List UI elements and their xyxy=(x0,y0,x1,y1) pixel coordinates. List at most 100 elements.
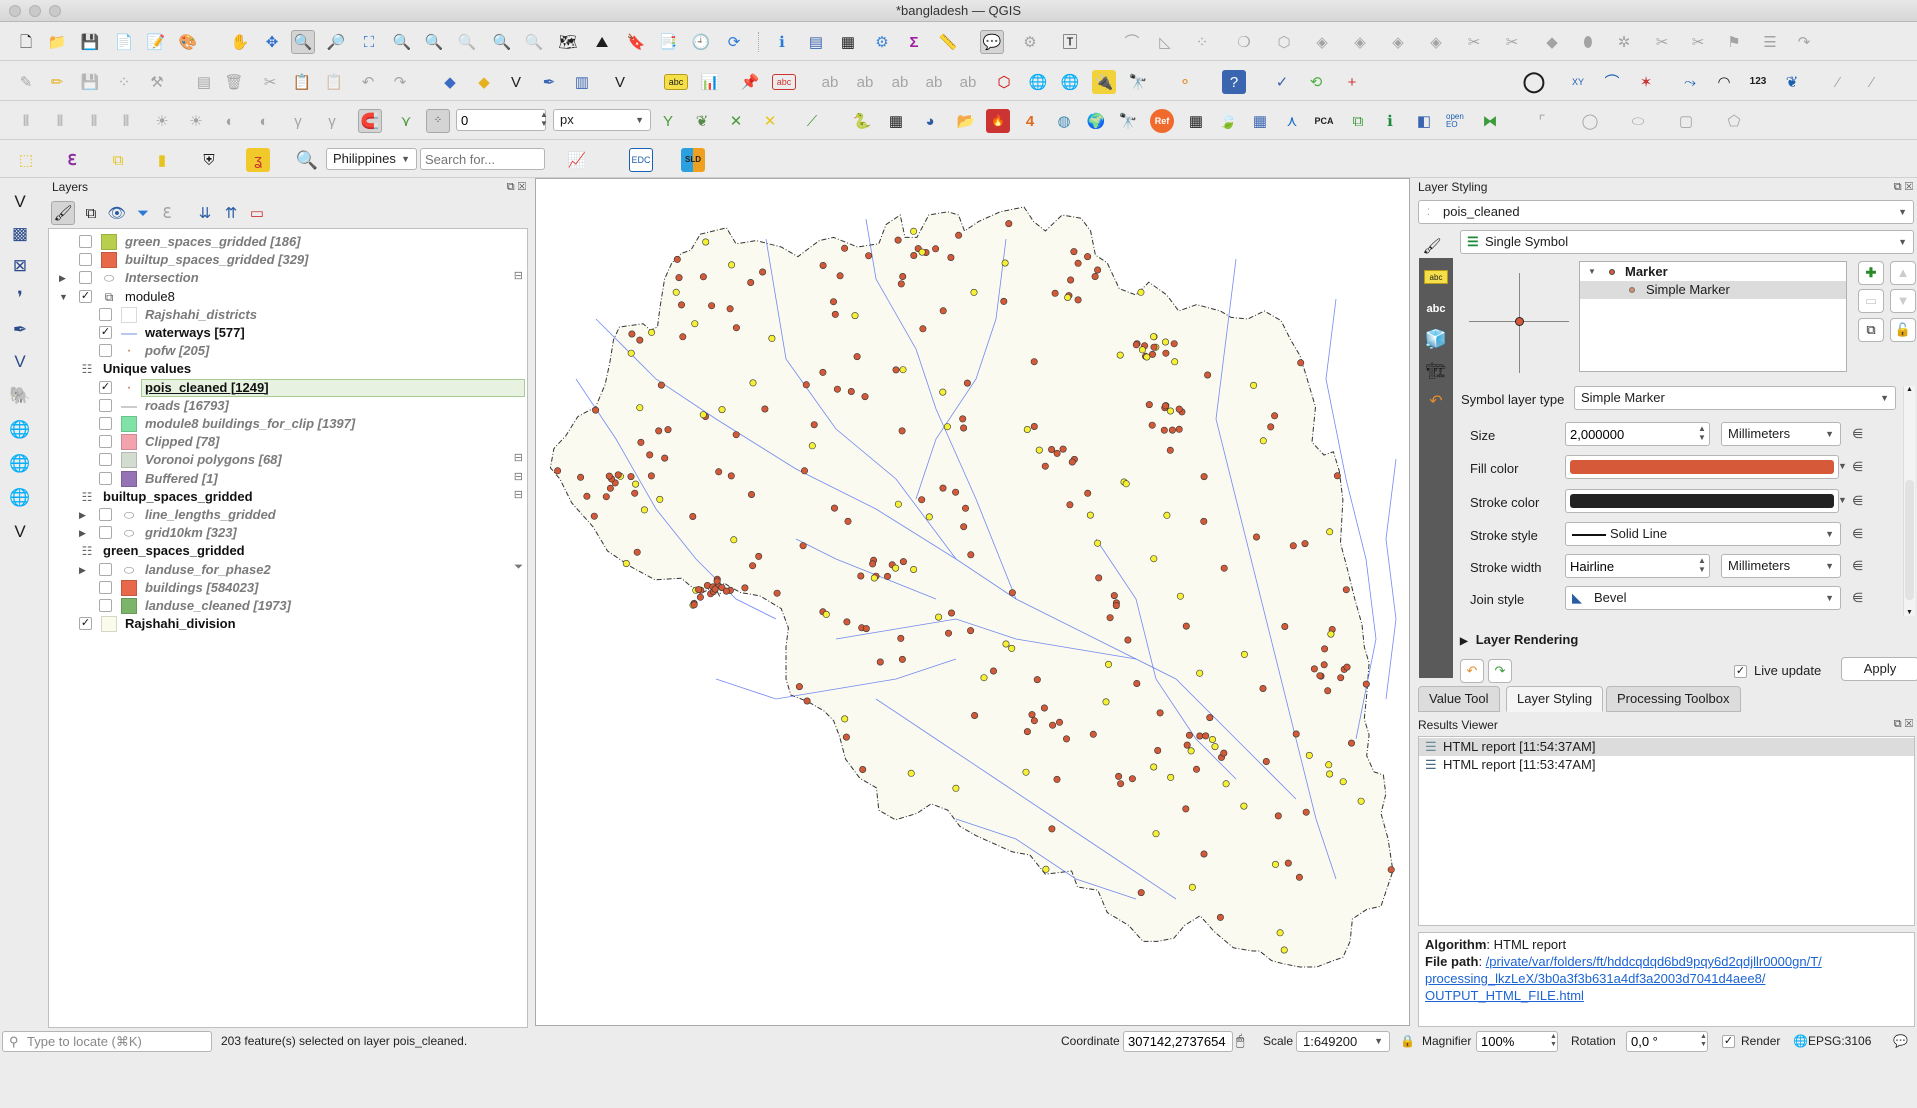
new-3d-map-icon[interactable]: ⛰ xyxy=(590,30,614,54)
delete-ring-icon[interactable]: ⬡ xyxy=(1272,30,1296,54)
edc-icon[interactable]: EDC xyxy=(629,148,653,172)
layer-tree-item[interactable]: ☷ builtup_spaces_gridded xyxy=(49,488,527,506)
bright-down-icon[interactable]: ☀ xyxy=(184,109,208,133)
layers-plugin-icon[interactable]: 🍃 xyxy=(1216,109,1240,133)
snapping-tolerance-stepper[interactable]: ▲ ▼ xyxy=(540,110,548,128)
tab-value-tool[interactable]: Value Tool xyxy=(1418,686,1500,712)
ellipse-icon[interactable]: ⬭ xyxy=(1626,109,1650,133)
size-input[interactable] xyxy=(1565,422,1710,446)
show-hide-labels-icon[interactable]: abc xyxy=(772,74,796,90)
deselect-icon[interactable]: ⧉ xyxy=(106,148,130,172)
fill-color-button[interactable] xyxy=(1565,455,1839,479)
locator-input[interactable]: ⚲ Type to locate (⌘K) xyxy=(2,1031,212,1052)
merge-features-icon[interactable]: ◆ xyxy=(1540,30,1564,54)
gamma-up-icon[interactable]: γ xyxy=(286,109,310,133)
modify-attributes-icon[interactable]: ▤ xyxy=(192,70,216,94)
help-icon[interactable]: ? xyxy=(1222,70,1246,94)
circle-tool-icon[interactable]: ◯ xyxy=(1522,70,1546,94)
join-style-select[interactable]: ◣ Bevel ▼ xyxy=(1565,586,1841,610)
delete-selected-icon[interactable]: 🗑 xyxy=(222,70,246,94)
new-temporary-layer-icon[interactable]: ✒ xyxy=(537,70,561,94)
map-tips-icon[interactable]: 💬 xyxy=(980,30,1004,54)
add-mesh-layer-icon[interactable]: ⊠ xyxy=(6,252,34,280)
size-stepper[interactable]: ▲ ▼ xyxy=(1698,424,1706,442)
pin-labels-icon[interactable]: 📌 xyxy=(738,70,762,94)
file-path-link-3[interactable]: OUTPUT_HTML_FILE.html xyxy=(1425,987,1908,1004)
simplify-icon[interactable]: ✂ xyxy=(1650,30,1674,54)
symbol-tree-marker[interactable]: ▼ Marker xyxy=(1580,263,1846,281)
layer-tree-item[interactable]: Buffered [1] xyxy=(49,470,527,488)
vertex-tool-2-icon[interactable]: ⚒ xyxy=(145,70,169,94)
rotate-label-icon[interactable]: ab xyxy=(853,70,877,94)
add-spatialite-icon[interactable]: ✒ xyxy=(6,316,34,344)
layer-visibility-checkbox[interactable] xyxy=(79,253,92,267)
messages-icon[interactable]: 💬 xyxy=(1893,1034,1908,1048)
new-virtual-layer-icon[interactable]: ▥ xyxy=(570,70,594,94)
layer-visibility-checkbox[interactable] xyxy=(99,417,112,430)
move-down-button[interactable]: ▼ xyxy=(1890,289,1916,313)
fill-color-dropdown[interactable]: ▼ xyxy=(1838,461,1847,471)
layer-tree-item[interactable]: ✓ waterways [577] xyxy=(49,324,527,342)
polygon-tool-icon[interactable]: ⬡ xyxy=(992,70,1016,94)
layer-visibility-checkbox[interactable] xyxy=(99,580,112,594)
layer-select[interactable]: ⁚ pois_cleaned ▼ xyxy=(1418,200,1914,224)
numbering-icon[interactable]: 123 xyxy=(1746,70,1770,94)
data-defined-override-icon[interactable]: ⋹ xyxy=(1852,493,1863,509)
sld-icon[interactable]: SLD xyxy=(681,148,705,172)
grid-tool-icon[interactable]: ▦ xyxy=(1248,109,1272,133)
diagram-icon[interactable]: 📊 xyxy=(698,70,722,94)
zoom-to-layer-icon[interactable]: 🔍 xyxy=(422,30,446,54)
layer-tree-item[interactable]: roads [16793] xyxy=(49,397,527,415)
new-shapefile-icon[interactable]: ◆ xyxy=(472,70,496,94)
add-postgis-icon[interactable]: 🐘 xyxy=(6,382,34,410)
layer-visibility-checkbox[interactable] xyxy=(99,398,112,412)
rectangle-icon[interactable]: ▢ xyxy=(1674,109,1698,133)
layer-tree-item[interactable]: green_spaces_gridded [186] xyxy=(49,233,527,251)
copy-features-icon[interactable]: 📋 xyxy=(290,70,314,94)
geocoder-search-icon[interactable]: 🔍 xyxy=(295,148,319,172)
label-props-icon[interactable]: ab xyxy=(922,70,946,94)
save-edits-icon[interactable]: 💾 xyxy=(78,70,102,94)
layer-visibility-checkbox[interactable] xyxy=(99,471,112,485)
snapping-magnet-icon[interactable]: 🧲 xyxy=(358,109,382,133)
add-ring-icon[interactable]: ⁘ xyxy=(1190,30,1214,54)
add-point-feature-icon[interactable]: ⁘ xyxy=(112,70,136,94)
minimize-window-button[interactable] xyxy=(29,5,41,17)
toggle-editing-icon[interactable]: ✏ xyxy=(45,70,69,94)
results-list-item[interactable]: ☰ HTML report [11:53:47AM] xyxy=(1419,756,1914,774)
layer-tree-item[interactable]: · pofw [205] xyxy=(49,342,527,360)
layer-visibility-checkbox[interactable] xyxy=(99,508,112,521)
layer-visibility-checkbox[interactable] xyxy=(99,599,112,612)
stroke-color-button[interactable] xyxy=(1565,489,1839,513)
filter-legend-icon[interactable]: ⏷ xyxy=(131,201,155,225)
scroll-up-icon[interactable]: ▲ xyxy=(1906,386,1913,393)
align-left-icon[interactable]: ⫴ xyxy=(14,109,38,133)
new-print-layout-icon[interactable]: 📄 xyxy=(112,30,136,54)
processing-toolbox-icon[interactable]: ⚙ xyxy=(870,30,894,54)
expand-all-icon[interactable]: ⇊ xyxy=(193,201,217,225)
add-delimited-text-icon[interactable]: ❜ xyxy=(6,284,34,312)
undo-style-button[interactable]: ↶ xyxy=(1460,659,1484,683)
tab-processing-toolbox[interactable]: Processing Toolbox xyxy=(1606,686,1741,712)
layer-tree-item[interactable]: ▶ ⬭ landuse_for_phase2 xyxy=(49,561,527,579)
coordinate-input[interactable] xyxy=(1123,1031,1233,1052)
zoom-last-icon[interactable]: 🔍 xyxy=(490,30,514,54)
cut-features-icon[interactable]: ✂ xyxy=(258,70,282,94)
scale-select[interactable]: 1:649200 ▼ xyxy=(1296,1031,1390,1052)
cad-xy-icon[interactable]: XY xyxy=(1566,70,1590,94)
label-diagram-icon[interactable]: ab xyxy=(956,70,980,94)
measure-angle-icon[interactable]: ◠ xyxy=(1712,70,1736,94)
scroll-down-icon[interactable]: ▼ xyxy=(1906,609,1913,616)
statistical-summary-icon[interactable]: Σ xyxy=(902,30,926,54)
pca-icon[interactable]: PCA xyxy=(1312,109,1336,133)
layer-visibility-checkbox[interactable] xyxy=(99,307,112,321)
db-manager-icon[interactable]: 📂 xyxy=(954,109,978,133)
geo-search-icon[interactable]: 🔭 xyxy=(1126,70,1150,94)
cad-break-icon[interactable]: ⤳ xyxy=(1678,70,1702,94)
rotation-input[interactable] xyxy=(1626,1031,1708,1052)
file-path-link[interactable]: /private/var/folders/ft/hddcqdqd6bd9pqy6… xyxy=(1486,954,1822,969)
snapping-tolerance-input[interactable] xyxy=(456,109,546,131)
add-group-icon[interactable]: ⧉ xyxy=(79,201,103,225)
stroke-width-input[interactable] xyxy=(1565,554,1710,578)
redo-icon[interactable]: ↷ xyxy=(388,70,412,94)
